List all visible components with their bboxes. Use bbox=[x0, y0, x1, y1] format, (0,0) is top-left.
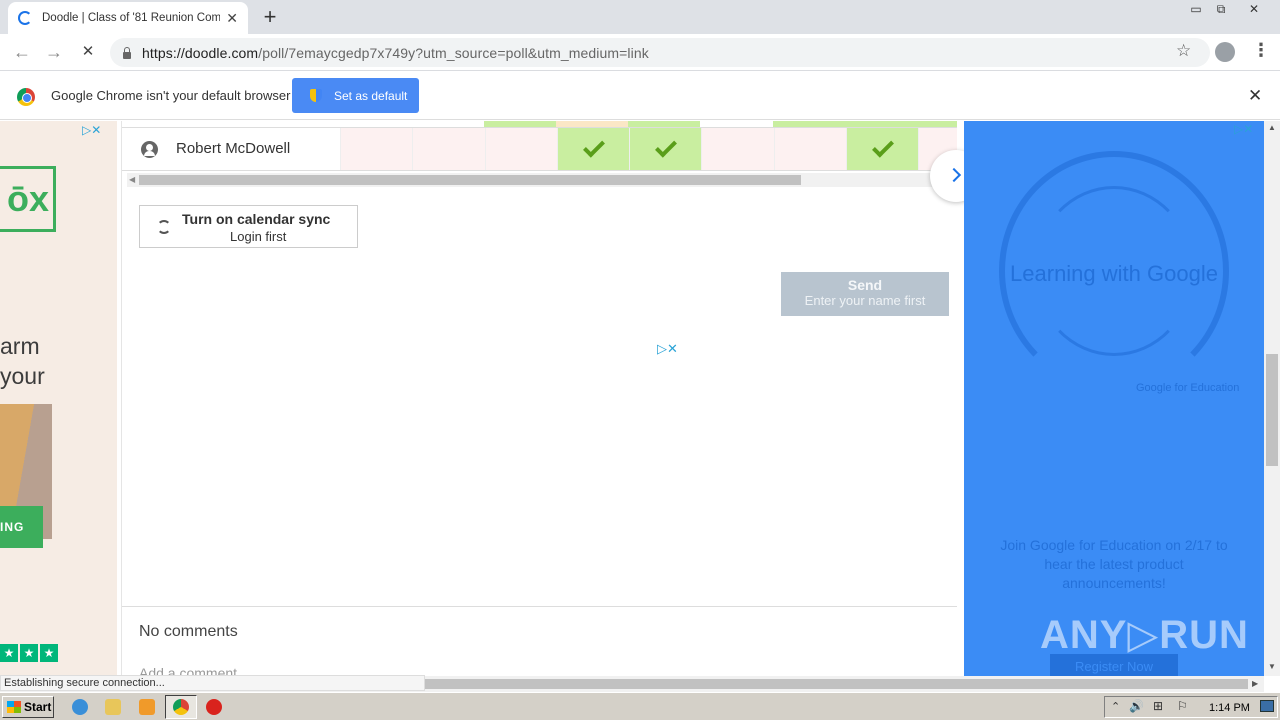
chrome-logo-icon bbox=[17, 88, 35, 106]
scrollbar-thumb[interactable] bbox=[424, 679, 1248, 689]
page-vertical-scrollbar[interactable]: ▲ ▼ bbox=[1264, 121, 1280, 676]
adchoices-icon[interactable]: ▷✕ bbox=[1234, 122, 1253, 136]
start-label: Start bbox=[24, 700, 52, 714]
file-explorer-icon[interactable] bbox=[105, 699, 121, 715]
browser-tab[interactable]: Doodle | Class of '81 Reunion Comm ✕ bbox=[8, 2, 248, 34]
calendar-sync-button[interactable]: Turn on calendar sync Login first bbox=[139, 205, 358, 248]
calendar-sync-subtitle: Login first bbox=[230, 229, 287, 244]
infobar-message: Google Chrome isn't your default browser bbox=[51, 88, 291, 103]
user-avatar-icon bbox=[141, 141, 158, 158]
scrollbar-thumb[interactable] bbox=[139, 175, 801, 185]
scroll-left-icon[interactable]: ◀ bbox=[129, 175, 135, 184]
start-button[interactable]: Start bbox=[2, 696, 54, 718]
chrome-icon bbox=[173, 699, 189, 715]
vote-cell-empty[interactable] bbox=[340, 128, 413, 170]
send-button[interactable]: Send Enter your name first bbox=[781, 272, 949, 316]
scrollbar-thumb[interactable] bbox=[1266, 354, 1278, 466]
set-as-default-label: Set as default bbox=[334, 88, 408, 103]
windows-logo-icon bbox=[7, 701, 21, 713]
participant-row: Robert McDowell bbox=[122, 127, 957, 171]
sync-icon bbox=[157, 220, 171, 234]
send-hint: Enter your name first bbox=[804, 293, 926, 308]
url-host: https://doodle.com bbox=[142, 44, 259, 61]
ad-headline-line2: your bbox=[0, 363, 45, 389]
calendar-sync-title: Turn on calendar sync bbox=[182, 211, 331, 227]
ad-headline: arm your bbox=[0, 331, 45, 391]
windows-taskbar: Start ⌃ 🔊 ⊞ ⚐ 1:14 PM bbox=[0, 692, 1280, 720]
comments-heading: No comments bbox=[139, 623, 238, 640]
left-advertisement[interactable]: ▷✕ ōx arm your ING ★ ★ ★ bbox=[0, 121, 117, 676]
adchoices-icon[interactable]: ▷✕ bbox=[657, 341, 678, 357]
ad-logo: ōx bbox=[0, 166, 56, 232]
action-center-flag-icon[interactable]: ⚐ bbox=[1177, 699, 1188, 713]
adchoices-icon[interactable]: ▷✕ bbox=[82, 123, 101, 137]
anyrun-watermark: ANY▷RUN bbox=[1040, 613, 1249, 657]
star-icon: ★ bbox=[40, 644, 58, 662]
checkmark-icon bbox=[654, 135, 677, 158]
comments-section: No comments Add a comment bbox=[122, 606, 957, 676]
url-text: https://doodle.com/poll/7emaycgedp7x749y… bbox=[142, 45, 649, 61]
url-path: /poll/7emaycgedp7x749y?utm_source=poll&u… bbox=[258, 44, 649, 61]
vote-cell-empty[interactable] bbox=[412, 128, 485, 170]
internet-explorer-icon[interactable] bbox=[72, 699, 88, 715]
table-horizontal-scrollbar[interactable]: ◀ bbox=[127, 173, 953, 187]
ad-cta-button[interactable]: ING bbox=[0, 506, 43, 548]
address-bar[interactable]: https://doodle.com/poll/7emaycgedp7x749y… bbox=[110, 38, 1210, 67]
scroll-down-icon[interactable]: ▼ bbox=[1268, 662, 1276, 671]
bookmark-star-icon[interactable]: ☆ bbox=[1176, 41, 1191, 61]
vote-cell-yes[interactable] bbox=[556, 128, 630, 170]
restore-button[interactable]: ⧉ bbox=[1207, 0, 1235, 18]
ad-body-text: Join Google for Education on 2/17 to hea… bbox=[1000, 537, 1228, 591]
status-bubble: Establishing secure connection... bbox=[0, 675, 425, 691]
loading-spinner-icon bbox=[18, 11, 32, 25]
ad-headline-line1: arm bbox=[0, 333, 40, 359]
scroll-up-icon[interactable]: ▲ bbox=[1268, 123, 1276, 132]
star-icon: ★ bbox=[20, 644, 38, 662]
vote-cell-empty[interactable] bbox=[773, 128, 847, 170]
volume-icon[interactable]: 🔊 bbox=[1129, 699, 1144, 713]
vote-cell-empty[interactable] bbox=[701, 128, 774, 170]
vote-cell-empty[interactable] bbox=[484, 128, 557, 170]
poll-content: Robert McDowell ◀ Turn on calendar sync … bbox=[121, 121, 957, 676]
stop-loading-button[interactable]: ✕ bbox=[76, 41, 100, 63]
default-browser-infobar: Google Chrome isn't your default browser… bbox=[0, 72, 1280, 120]
tab-strip: Doodle | Class of '81 Reunion Comm ✕ + ▭… bbox=[0, 0, 1280, 34]
vote-cells bbox=[340, 128, 957, 170]
send-label: Send bbox=[847, 277, 883, 293]
vote-cell-yes[interactable] bbox=[846, 128, 919, 170]
show-desktop-icon[interactable] bbox=[1260, 700, 1274, 712]
tray-expand-icon[interactable]: ⌃ bbox=[1111, 700, 1120, 713]
clock[interactable]: 1:14 PM bbox=[1209, 702, 1250, 714]
ad-brand: Google for Education bbox=[1136, 382, 1240, 394]
set-as-default-button[interactable]: Set as default bbox=[292, 78, 419, 113]
minimize-button[interactable]: ▭ bbox=[1182, 0, 1210, 18]
security-tool-icon[interactable] bbox=[206, 699, 222, 715]
back-button[interactable]: ← bbox=[10, 41, 34, 63]
participant-name: Robert McDowell bbox=[176, 140, 291, 157]
chrome-menu-icon[interactable]: ⋮ bbox=[1252, 40, 1270, 61]
checkmark-icon bbox=[871, 135, 894, 158]
right-advertisement[interactable]: ▷✕ Learning with Google Google for Educa… bbox=[964, 121, 1264, 676]
network-icon[interactable]: ⊞ bbox=[1153, 699, 1163, 713]
infobar-close-icon[interactable]: ✕ bbox=[1248, 86, 1262, 106]
star-icon: ★ bbox=[0, 644, 18, 662]
profile-avatar-icon[interactable] bbox=[1215, 42, 1235, 62]
checkmark-icon bbox=[582, 135, 605, 158]
forward-button[interactable]: → bbox=[42, 41, 66, 63]
trustpilot-stars: ★ ★ ★ bbox=[0, 644, 58, 662]
tab-close-icon[interactable]: ✕ bbox=[226, 10, 238, 27]
new-tab-button[interactable]: + bbox=[258, 4, 282, 30]
uac-shield-icon bbox=[310, 89, 322, 102]
browser-toolbar: ← → ✕ https://doodle.com/poll/7emaycgedp… bbox=[0, 34, 1280, 71]
tab-title: Doodle | Class of '81 Reunion Comm bbox=[42, 12, 221, 24]
system-tray: ⌃ 🔊 ⊞ ⚐ bbox=[1104, 696, 1278, 718]
close-window-button[interactable]: ✕ bbox=[1240, 0, 1268, 18]
ad-headline: Learning with Google bbox=[1010, 261, 1218, 286]
lock-icon bbox=[122, 46, 132, 59]
vote-cell-yes[interactable] bbox=[629, 128, 702, 170]
media-player-icon[interactable] bbox=[139, 699, 155, 715]
chrome-taskbar-button[interactable] bbox=[165, 695, 197, 719]
scroll-right-icon[interactable]: ▶ bbox=[1252, 679, 1258, 688]
